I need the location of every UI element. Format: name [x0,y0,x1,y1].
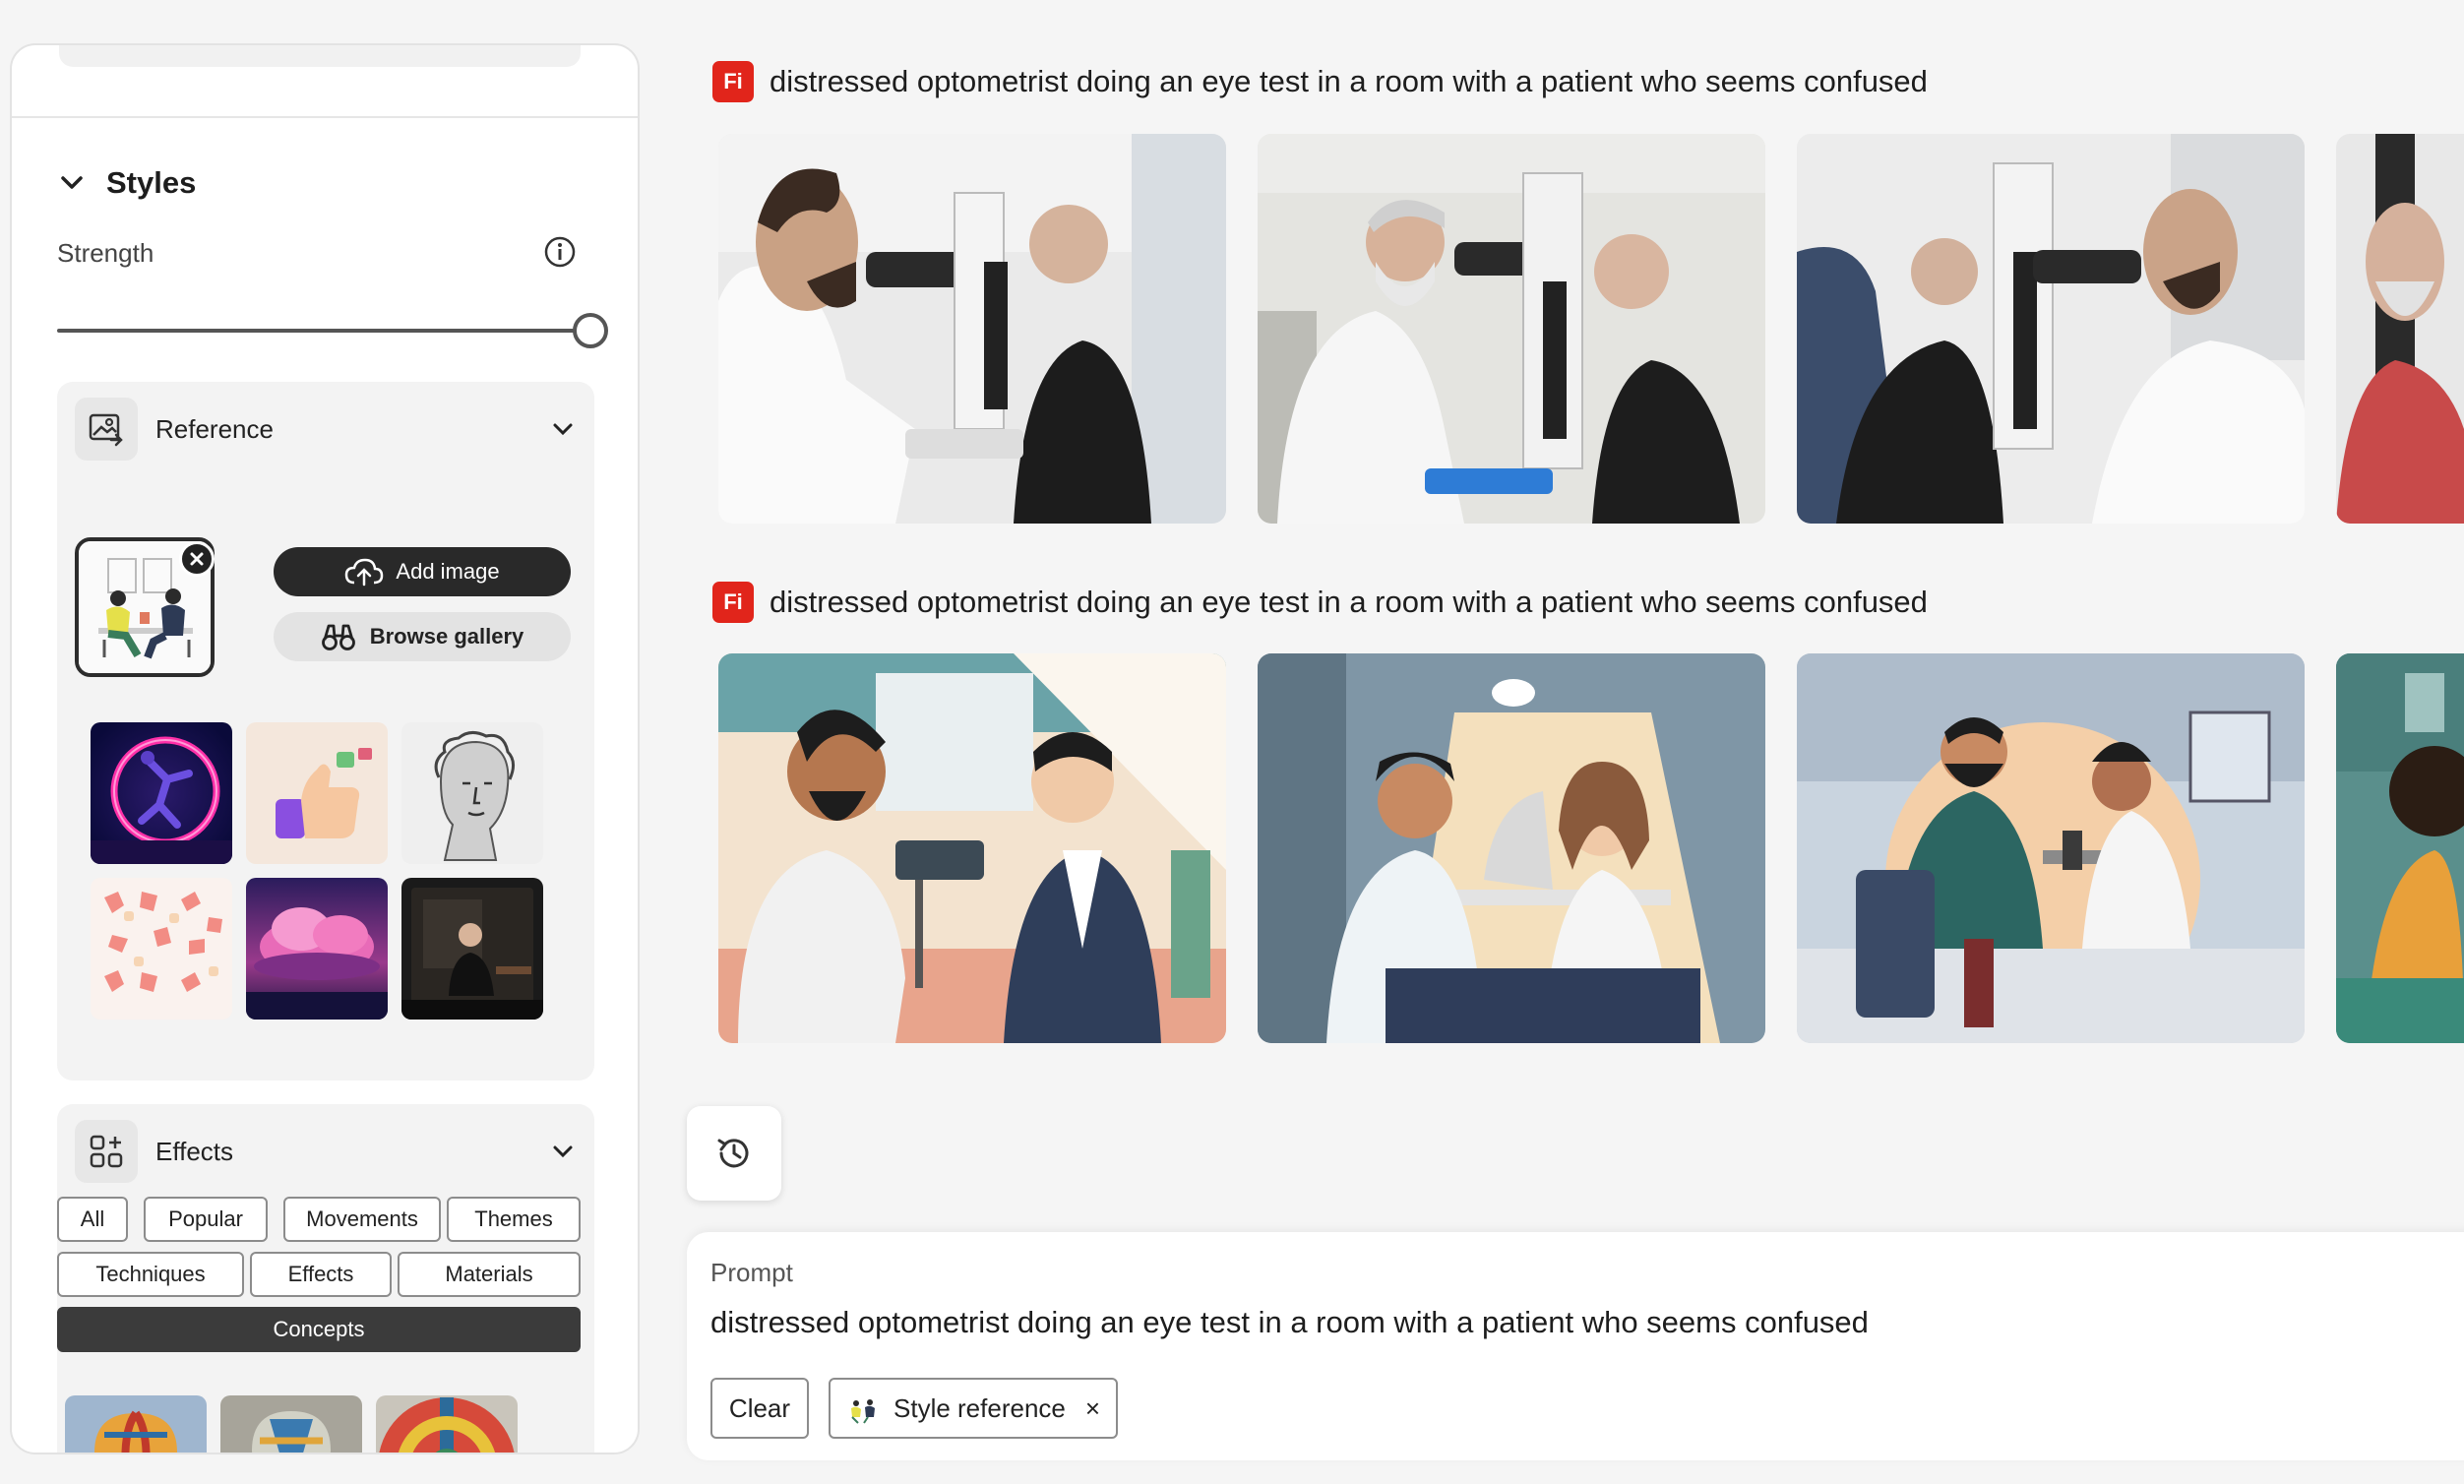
style-thumbnail-pink-clouds[interactable] [246,878,388,1020]
effect-thumbnail-balloon-1[interactable] [65,1395,207,1453]
effects-section: Effects All Popular Movements Themes Tec… [57,1104,594,1453]
result-header-2: Fi distressed optometrist doing an eye t… [712,582,1928,623]
style-thumbnail-thumbs-up[interactable] [246,722,388,864]
style-reference-tag: Style reference × [829,1378,1118,1439]
result-image-illustration-2[interactable] [1258,653,1765,1043]
history-button[interactable] [687,1106,781,1201]
style-thumbnail-neon-figure[interactable] [91,722,232,864]
result-image-photo-1[interactable] [718,134,1226,524]
prompt-input[interactable]: distressed optometrist doing an eye test… [710,1305,1869,1340]
effects-chip-techniques[interactable]: Techniques [57,1252,244,1297]
browse-gallery-label: Browse gallery [369,624,524,649]
divider [12,116,638,118]
style-reference-label: Style reference [893,1392,1066,1423]
cloud-upload-icon [345,558,384,587]
result-header-1: Fi distressed optometrist doing an eye t… [712,61,1928,102]
browse-gallery-button[interactable]: Browse gallery [274,612,571,661]
settings-panel: Styles Strength Reference Add image Brow… [10,43,640,1454]
remove-style-reference-button[interactable]: × [1085,1393,1100,1424]
result-image-photo-3[interactable] [1797,134,2305,524]
firefly-badge-icon: Fi [712,61,754,102]
binoculars-icon [321,624,355,650]
effects-chip-movements[interactable]: Movements [283,1197,441,1242]
prompt-label: Prompt [710,1258,793,1287]
effects-chip-themes[interactable]: Themes [447,1197,581,1242]
style-thumbnail-classical-sketch[interactable] [401,722,543,864]
close-icon [190,552,204,566]
chevron-down-icon [547,413,579,445]
reference-section-toggle[interactable]: Reference [75,398,579,461]
style-thumbnail-man-at-desk[interactable] [401,878,543,1020]
result-image-illustration-4-partial[interactable] [2336,653,2464,1043]
result-image-photo-4-partial[interactable] [2336,134,2464,524]
result-image-illustration-3[interactable] [1797,653,2305,1043]
firefly-badge-icon: Fi [712,582,754,623]
add-image-button[interactable]: Add image [274,547,571,596]
strength-slider[interactable] [57,311,608,350]
info-icon[interactable] [543,235,577,269]
effects-chip-all[interactable]: All [57,1197,128,1242]
styles-section-toggle[interactable]: Styles [59,165,196,201]
result-prompt-text: distressed optometrist doing an eye test… [770,64,1928,98]
slider-handle[interactable] [573,313,608,348]
effect-thumbnail-balloon-3[interactable] [376,1395,518,1453]
chevron-down-icon [61,176,83,189]
style-thumbnail-hands-pattern[interactable] [91,878,232,1020]
effects-title: Effects [155,1136,234,1166]
reference-image-icon [75,398,138,461]
result-image-photo-2[interactable] [1258,134,1765,524]
add-image-label: Add image [396,559,500,584]
reference-section: Reference Add image Browse gallery [57,382,594,1081]
effects-grid-icon [75,1120,138,1183]
effects-chip-concepts[interactable]: Concepts [57,1307,581,1352]
effect-thumbnail-balloon-2[interactable] [220,1395,362,1453]
result-image-illustration-1[interactable] [718,653,1226,1043]
prompt-panel: Prompt distressed optometrist doing an e… [687,1232,2464,1460]
chevron-down-icon [547,1136,579,1167]
style-reference-thumbnail-icon [846,1391,880,1425]
remove-reference-button[interactable] [179,541,215,577]
styles-title: Styles [106,165,197,200]
result-prompt-text: distressed optometrist doing an eye test… [770,585,1928,619]
history-icon [717,1139,749,1168]
effects-chip-effects[interactable]: Effects [250,1252,392,1297]
reference-title: Reference [155,413,274,444]
effects-chip-popular[interactable]: Popular [144,1197,268,1242]
clear-button[interactable]: Clear [710,1378,809,1439]
panel-top-edge [59,45,581,67]
effects-chip-materials[interactable]: Materials [398,1252,581,1297]
slider-track [57,329,596,333]
effects-section-toggle[interactable]: Effects [75,1120,579,1183]
strength-label: Strength [57,238,154,268]
